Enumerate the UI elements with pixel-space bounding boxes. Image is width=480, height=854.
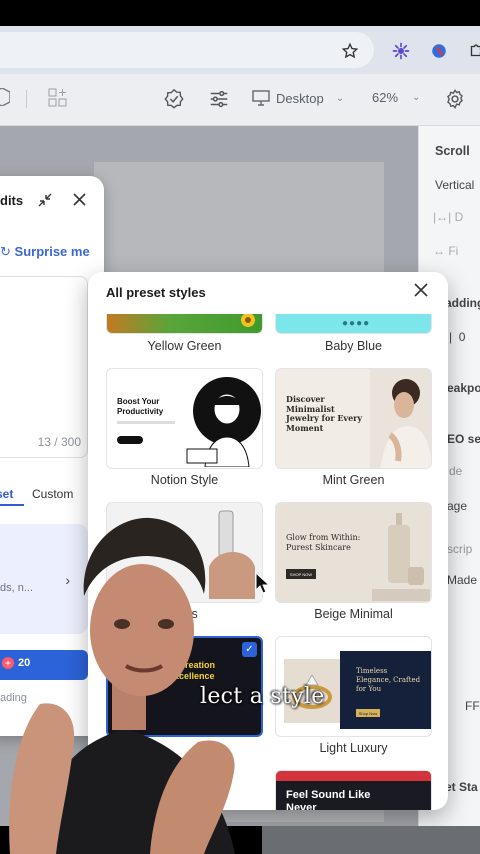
seo-image-label: age bbox=[447, 499, 468, 513]
ff-label: FF bbox=[465, 699, 480, 713]
tile-cta: Shop Now bbox=[356, 709, 380, 717]
viewport-select[interactable]: Desktop ⌄ bbox=[252, 90, 344, 106]
mouse-cursor-icon bbox=[255, 571, 271, 599]
chevron-down-icon: ⌄ bbox=[335, 92, 345, 104]
zoom-select[interactable]: 62% ⌄ bbox=[372, 90, 420, 105]
vertical-option[interactable]: Vertical bbox=[435, 178, 474, 192]
model-portrait-image bbox=[370, 369, 431, 468]
char-counter: 13 / 300 bbox=[37, 435, 81, 449]
dialog-title: dits bbox=[0, 193, 24, 208]
style-label: Mint Green bbox=[322, 473, 385, 487]
chevron-down-icon: ⌄ bbox=[412, 92, 421, 103]
tile-cta: SHOP NOW bbox=[286, 569, 316, 579]
padding-value-row[interactable]: | 0 bbox=[449, 330, 465, 344]
settings-gear-icon[interactable] bbox=[444, 88, 466, 110]
tile-topbar bbox=[276, 771, 431, 781]
tab-custom[interactable]: Custom bbox=[32, 487, 73, 501]
style-tile-notion-style[interactable]: Boost Your Productivity bbox=[106, 368, 263, 469]
style-tile-baby-blue[interactable]: ●●●● bbox=[275, 314, 432, 334]
style-tile-beige-minimal[interactable]: Glow from Within: Purest Skincare SHOP N… bbox=[275, 502, 432, 603]
presenter-video-overlay bbox=[9, 517, 235, 854]
status-heading: et Sta bbox=[445, 780, 478, 794]
monitor-icon bbox=[252, 90, 270, 106]
width-fixed-row[interactable]: |↔| D bbox=[433, 210, 463, 224]
width-fill-row[interactable]: ↔ Fi bbox=[433, 244, 458, 258]
cube-icon[interactable] bbox=[0, 88, 10, 106]
sunflower-icon bbox=[241, 314, 255, 327]
surprise-me-button[interactable]: ↻ Surprise me bbox=[0, 244, 90, 260]
style-label: Light Luxury bbox=[319, 741, 388, 755]
width-fill-label: Fi bbox=[448, 244, 459, 258]
style-label: Beige Minimal bbox=[314, 607, 393, 621]
close-icon[interactable] bbox=[414, 283, 432, 301]
tile-headline: Discover Minimalist Jewelry for Every Mo… bbox=[286, 394, 363, 433]
collapse-icon[interactable] bbox=[38, 193, 52, 212]
width-fixed-label: D bbox=[454, 210, 464, 224]
video-caption: lect a style bbox=[200, 684, 325, 709]
scroll-heading: Scroll bbox=[435, 144, 470, 158]
browser-bar bbox=[0, 26, 480, 74]
modal-header: All preset styles bbox=[88, 272, 448, 312]
tile-headline: Glow from Within: Purest Skincare bbox=[286, 533, 361, 552]
tile-text-line bbox=[117, 421, 175, 424]
bottom-strip bbox=[262, 826, 480, 854]
builder-toolbar: Desktop ⌄ 62% ⌄ bbox=[0, 74, 480, 126]
toolbar-divider bbox=[26, 90, 27, 108]
refresh-icon: ↻ bbox=[0, 244, 11, 259]
seo-description-label: scrip bbox=[447, 542, 473, 556]
address-bar[interactable] bbox=[0, 32, 374, 68]
zoom-label: 62% bbox=[372, 90, 399, 105]
breakpoint-heading: eakpo bbox=[447, 381, 480, 395]
seo-title-label: de bbox=[449, 464, 463, 478]
style-label: Baby Blue bbox=[325, 339, 382, 353]
padding-value: 0 bbox=[458, 330, 466, 344]
made-with-label: Made i bbox=[447, 573, 480, 587]
sparkle-extension-icon[interactable] bbox=[391, 41, 411, 61]
tile-headline: Feel Sound Like Never bbox=[286, 789, 371, 810]
tile-cta bbox=[117, 436, 143, 444]
close-icon[interactable] bbox=[73, 193, 86, 211]
dots-icon: ●●●● bbox=[342, 318, 371, 329]
puzzle-extension-icon[interactable] bbox=[466, 41, 480, 61]
tile-headline: Boost Your Productivity bbox=[117, 397, 164, 416]
style-label: Yellow Green bbox=[147, 339, 222, 353]
sliders-icon[interactable] bbox=[208, 88, 230, 110]
surprise-me-label: Surprise me bbox=[14, 244, 90, 259]
grid-add-icon[interactable] bbox=[48, 88, 68, 108]
illustration-person-laptop bbox=[186, 377, 261, 467]
tile-headline: Timeless Elegance, Crafted for You bbox=[356, 667, 421, 693]
check-badge-icon[interactable] bbox=[163, 88, 185, 110]
style-tile-mint-green[interactable]: Discover Minimalist Jewelry for Every Mo… bbox=[275, 368, 432, 469]
modal-title: All preset styles bbox=[106, 285, 206, 300]
prompt-textarea[interactable]: 13 / 300 bbox=[0, 276, 88, 458]
style-tile-sound[interactable]: Feel Sound Like Never bbox=[275, 770, 432, 810]
viewport-label: Desktop bbox=[276, 90, 324, 106]
globe-extension-icon[interactable] bbox=[429, 41, 449, 61]
screen: Desktop ⌄ 62% ⌄ Scroll Vertical |↔| D ↔ … bbox=[0, 0, 480, 854]
skincare-bottle-image bbox=[372, 513, 430, 601]
style-label: Notion Style bbox=[150, 473, 219, 487]
star-icon[interactable] bbox=[340, 41, 360, 61]
seo-settings-heading: EO set bbox=[447, 432, 480, 446]
padding-heading: adding bbox=[445, 296, 480, 310]
style-tile-yellow-green[interactable] bbox=[106, 314, 263, 334]
